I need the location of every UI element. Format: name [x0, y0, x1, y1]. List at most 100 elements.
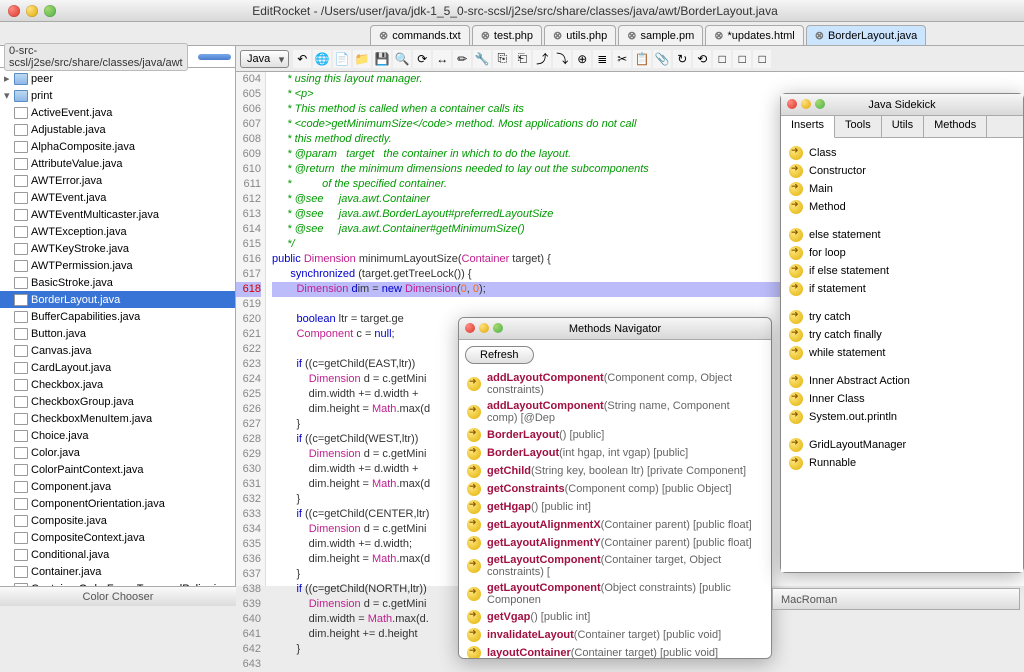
- sidekick-insert-item[interactable]: Method: [785, 198, 1019, 216]
- close-tab-icon[interactable]: ⊗: [553, 29, 562, 42]
- method-item[interactable]: BorderLayout(int hgap, int vgap) [public…: [465, 444, 765, 462]
- toolbar-button[interactable]: ⎘: [493, 50, 511, 68]
- document-tab[interactable]: ⊗BorderLayout.java: [806, 25, 927, 45]
- toolbar-button[interactable]: ≣: [593, 50, 611, 68]
- sidekick-insert-item[interactable]: Runnable: [785, 454, 1019, 472]
- tree-file[interactable]: CheckboxGroup.java: [0, 393, 235, 410]
- minimize-icon[interactable]: [479, 323, 489, 333]
- toolbar-button[interactable]: 📁: [353, 50, 371, 68]
- toolbar-button[interactable]: □: [713, 50, 731, 68]
- document-tab[interactable]: ⊗test.php: [472, 25, 542, 45]
- status-encoding[interactable]: MacRoman: [772, 588, 1020, 610]
- tree-file[interactable]: Color.java: [0, 444, 235, 461]
- tree-file[interactable]: CompositeContext.java: [0, 529, 235, 546]
- close-icon[interactable]: [787, 99, 797, 109]
- tree-file[interactable]: AWTException.java: [0, 223, 235, 240]
- toolbar-button[interactable]: ⊕: [573, 50, 591, 68]
- sidekick-insert-item[interactable]: if statement: [785, 280, 1019, 298]
- tree-file[interactable]: CardLayout.java: [0, 359, 235, 376]
- tree-file[interactable]: AWTError.java: [0, 172, 235, 189]
- toolbar-button[interactable]: ⤵: [553, 50, 571, 68]
- tree-file[interactable]: AWTEvent.java: [0, 189, 235, 206]
- toolbar-button[interactable]: 📋: [633, 50, 651, 68]
- zoom-icon[interactable]: [815, 99, 825, 109]
- path-scroll[interactable]: [198, 54, 231, 60]
- tree-file[interactable]: Button.java: [0, 325, 235, 342]
- document-tab[interactable]: ⊗utils.php: [544, 25, 616, 45]
- toolbar-button[interactable]: 💾: [373, 50, 391, 68]
- tree-file[interactable]: Composite.java: [0, 512, 235, 529]
- method-item[interactable]: getLayoutComponent(Object constraints) […: [465, 580, 765, 608]
- tree-file[interactable]: Choice.java: [0, 427, 235, 444]
- sidekick-insert-item[interactable]: Class: [785, 144, 1019, 162]
- method-item[interactable]: addLayoutComponent(Component comp, Objec…: [465, 370, 765, 398]
- toolbar-button[interactable]: ↻: [673, 50, 691, 68]
- tree-file[interactable]: Conditional.java: [0, 546, 235, 563]
- disclosure-arrow-icon[interactable]: ▾: [4, 89, 14, 102]
- close-tab-icon[interactable]: ⊗: [627, 29, 636, 42]
- close-tab-icon[interactable]: ⊗: [481, 29, 490, 42]
- tree-file[interactable]: BufferCapabilities.java: [0, 308, 235, 325]
- method-item[interactable]: layoutContainer(Container target) [publi…: [465, 644, 765, 659]
- tree-file[interactable]: AWTKeyStroke.java: [0, 240, 235, 257]
- toolbar-button[interactable]: ↶: [293, 50, 311, 68]
- method-item[interactable]: getLayoutAlignmentX(Container parent) [p…: [465, 516, 765, 534]
- tree-file[interactable]: CheckboxMenuItem.java: [0, 410, 235, 427]
- toolbar-button[interactable]: ✏: [453, 50, 471, 68]
- method-item[interactable]: getConstraints(Component comp) [public O…: [465, 480, 765, 498]
- method-item[interactable]: getVgap() [public int]: [465, 608, 765, 626]
- document-tab[interactable]: ⊗commands.txt: [370, 25, 470, 45]
- sidekick-insert-item[interactable]: Main: [785, 180, 1019, 198]
- sidebar-footer[interactable]: Color Chooser: [0, 586, 236, 606]
- sidekick-insert-item[interactable]: try catch finally: [785, 326, 1019, 344]
- toolbar-button[interactable]: ⟲: [693, 50, 711, 68]
- minimize-icon[interactable]: [801, 99, 811, 109]
- sidekick-tab[interactable]: Inserts: [781, 116, 835, 138]
- sidekick-tab[interactable]: Utils: [882, 116, 924, 137]
- sidekick-insert-item[interactable]: GridLayoutManager: [785, 436, 1019, 454]
- toolbar-button[interactable]: 🔍: [393, 50, 411, 68]
- toolbar-button[interactable]: ⤴: [533, 50, 551, 68]
- sidekick-insert-item[interactable]: Inner Class: [785, 390, 1019, 408]
- path-crumb[interactable]: 0-src-scsl/j2se/src/share/classes/java/a…: [4, 43, 188, 71]
- sidekick-insert-item[interactable]: try catch: [785, 308, 1019, 326]
- method-item[interactable]: getHgap() [public int]: [465, 498, 765, 516]
- tree-file[interactable]: AlphaComposite.java: [0, 138, 235, 155]
- close-tab-icon[interactable]: ⊗: [815, 29, 824, 42]
- methods-navigator-window[interactable]: Methods Navigator Refresh addLayoutCompo…: [458, 317, 772, 659]
- tree-file[interactable]: Component.java: [0, 478, 235, 495]
- tree-file[interactable]: ComponentOrientation.java: [0, 495, 235, 512]
- tree-file[interactable]: ColorPaintContext.java: [0, 461, 235, 478]
- tree-folder[interactable]: ▸peer: [0, 70, 235, 87]
- sidekick-insert-item[interactable]: else statement: [785, 226, 1019, 244]
- sidekick-tab[interactable]: Tools: [835, 116, 882, 137]
- sidekick-insert-item[interactable]: while statement: [785, 344, 1019, 362]
- tree-file[interactable]: BorderLayout.java: [0, 291, 235, 308]
- language-select[interactable]: Java: [240, 50, 289, 68]
- sidekick-insert-item[interactable]: Inner Abstract Action: [785, 372, 1019, 390]
- tree-file[interactable]: Checkbox.java: [0, 376, 235, 393]
- tree-file[interactable]: AWTPermission.java: [0, 257, 235, 274]
- sidekick-insert-item[interactable]: for loop: [785, 244, 1019, 262]
- method-item[interactable]: BorderLayout() [public]: [465, 426, 765, 444]
- tree-file[interactable]: AWTEventMulticaster.java: [0, 206, 235, 223]
- toolbar-button[interactable]: □: [733, 50, 751, 68]
- toolbar-button[interactable]: ✂: [613, 50, 631, 68]
- close-tab-icon[interactable]: ⊗: [714, 29, 723, 42]
- sidekick-insert-item[interactable]: if else statement: [785, 262, 1019, 280]
- sidekick-insert-item[interactable]: Constructor: [785, 162, 1019, 180]
- refresh-button[interactable]: Refresh: [465, 346, 534, 364]
- document-tab[interactable]: ⊗*updates.html: [705, 25, 803, 45]
- close-tab-icon[interactable]: ⊗: [379, 29, 388, 42]
- toolbar-button[interactable]: ↔: [433, 50, 451, 68]
- method-item[interactable]: getChild(String key, boolean ltr) [priva…: [465, 462, 765, 480]
- java-sidekick-window[interactable]: Java Sidekick InsertsToolsUtilsMethods C…: [780, 93, 1024, 573]
- toolbar-button[interactable]: 📄: [333, 50, 351, 68]
- tree-folder[interactable]: ▾print: [0, 87, 235, 104]
- method-item[interactable]: invalidateLayout(Container target) [publ…: [465, 626, 765, 644]
- tree-file[interactable]: Canvas.java: [0, 342, 235, 359]
- toolbar-button[interactable]: □: [753, 50, 771, 68]
- tree-file[interactable]: AttributeValue.java: [0, 155, 235, 172]
- tree-file[interactable]: BasicStroke.java: [0, 274, 235, 291]
- tree-file[interactable]: Adjustable.java: [0, 121, 235, 138]
